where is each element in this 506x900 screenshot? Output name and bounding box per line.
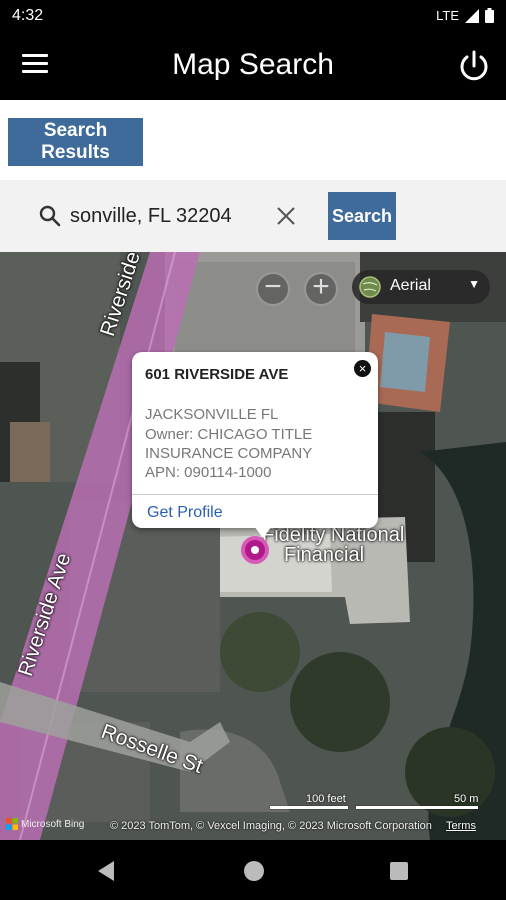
zoom-in-button[interactable]: + <box>304 272 338 306</box>
close-icon[interactable] <box>274 204 298 228</box>
bing-logo-text: Microsoft Bing <box>21 818 85 830</box>
aerial-map[interactable]: − + Aerial ▼ Riverside Ave Riverside Ave… <box>0 252 506 840</box>
get-profile-link[interactable]: Get Profile <box>147 504 223 522</box>
scale-meters-bar <box>356 806 478 809</box>
search-results-button[interactable]: Search Results <box>8 118 143 166</box>
popup-city: JACKSONVILLE FL <box>145 406 279 423</box>
bing-logo: Microsoft Bing <box>6 818 84 830</box>
search-icon <box>39 205 61 227</box>
results-panel: Search Results <box>0 100 506 180</box>
network-type: LTE <box>436 8 459 23</box>
popup-owner-line1: Owner: CHICAGO TITLE <box>145 426 313 443</box>
status-indicators: LTE <box>436 8 494 23</box>
back-icon[interactable] <box>96 860 116 882</box>
status-bar: 4:32 LTE <box>0 0 506 32</box>
scale-feet-label: 100 feet <box>306 793 346 805</box>
chevron-down-icon: ▼ <box>468 277 480 291</box>
search-input[interactable] <box>70 200 254 232</box>
property-popup: 601 RIVERSIDE AVE × JACKSONVILLE FL Owne… <box>132 352 378 538</box>
status-time: 4:32 <box>12 7 44 24</box>
recent-apps-icon[interactable] <box>390 862 408 880</box>
battery-icon <box>485 8 494 23</box>
scale-feet-bar <box>270 806 348 809</box>
map-attribution: © 2023 TomTom, © Vexcel Imaging, © 2023 … <box>110 820 432 832</box>
building-label-line2: Financial <box>284 544 365 566</box>
system-nav-bar <box>0 840 506 900</box>
location-pin-icon[interactable] <box>241 536 269 564</box>
popup-divider <box>132 494 378 495</box>
search-button[interactable]: Search <box>328 192 396 240</box>
app-bar: Map Search <box>0 32 506 100</box>
power-icon[interactable] <box>456 48 492 84</box>
search-bar: Search <box>0 180 506 252</box>
page-title: Map Search <box>172 48 334 81</box>
map-style-select[interactable]: Aerial ▼ <box>352 270 490 304</box>
terms-link[interactable]: Terms <box>446 820 476 832</box>
popup-apn: APN: 090114-1000 <box>145 464 272 481</box>
close-icon[interactable]: × <box>354 360 371 377</box>
aerial-imagery-icon <box>359 276 381 298</box>
popup-address: 601 RIVERSIDE AVE <box>145 366 289 383</box>
microsoft-logo-icon <box>6 818 18 830</box>
scale-meters-label: 50 m <box>454 793 479 805</box>
zoom-out-button[interactable]: − <box>256 272 290 306</box>
home-icon[interactable] <box>244 861 264 881</box>
signal-icon <box>465 8 479 23</box>
map-style-label: Aerial <box>390 277 431 294</box>
popup-owner-line2: INSURANCE COMPANY <box>145 445 313 462</box>
